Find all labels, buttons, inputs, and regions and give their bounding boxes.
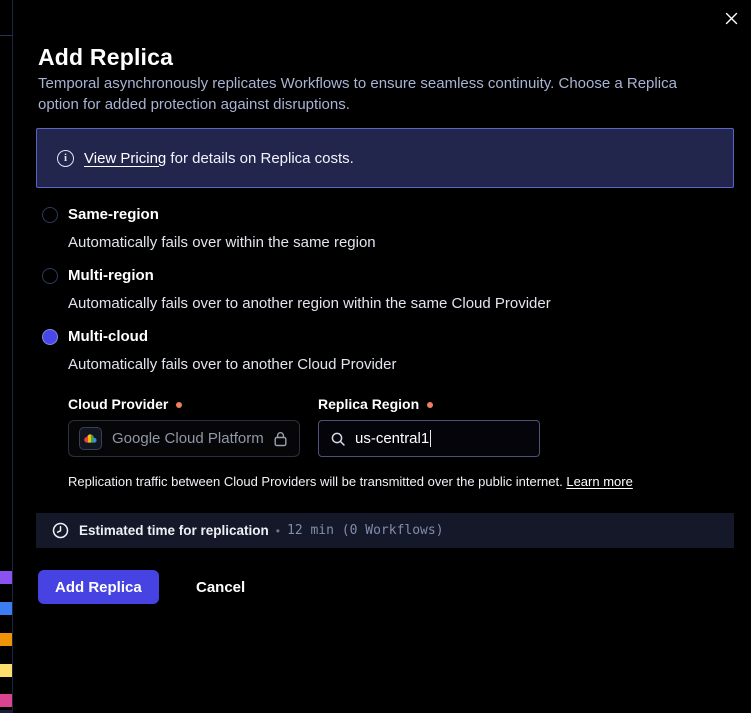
radio-description: Automatically fails over to another regi…	[68, 295, 551, 313]
close-button[interactable]	[717, 4, 745, 32]
replica-region-label-text: Replica Region	[318, 396, 419, 412]
radio-button-same-region[interactable]	[42, 207, 58, 223]
radio-option-multi-cloud[interactable]: Multi-cloud Automatically fails over to …	[42, 327, 397, 374]
traffic-note-text: Replication traffic between Cloud Provid…	[68, 474, 566, 489]
required-dot	[427, 402, 433, 408]
replica-region-input-value[interactable]: us-central1	[355, 430, 429, 447]
search-icon	[330, 431, 346, 447]
radio-label[interactable]: Multi-cloud	[68, 328, 148, 345]
backdrop-divider	[0, 35, 13, 36]
lock-icon	[273, 431, 288, 447]
decor-stripe-purple	[0, 571, 12, 584]
info-icon: i	[57, 150, 74, 167]
pricing-banner-rest: for details on Replica costs.	[166, 150, 354, 167]
required-dot	[176, 402, 182, 408]
decor-stripe-orange	[0, 633, 12, 646]
modal-title: Add Replica	[38, 44, 173, 71]
radio-description: Automatically fails over within the same…	[68, 234, 376, 252]
gcp-logo-icon	[79, 427, 102, 450]
decor-stripe-pink	[0, 694, 12, 707]
add-replica-modal: Add Replica Temporal asynchronously repl…	[13, 0, 751, 713]
radio-label[interactable]: Same-region	[68, 206, 159, 223]
pricing-banner-text: View Pricing for details on Replica cost…	[84, 150, 354, 167]
clock-icon	[52, 522, 69, 539]
replica-region-label: Replica Region	[318, 396, 433, 412]
estimate-value: 12 min (0 Workflows)	[287, 523, 444, 538]
radio-label[interactable]: Multi-region	[68, 267, 154, 284]
cloud-provider-label: Cloud Provider	[68, 396, 182, 412]
estimate-label: Estimated time for replication	[79, 523, 269, 538]
screen: Add Replica Temporal asynchronously repl…	[0, 0, 751, 713]
radio-description: Automatically fails over to another Clou…	[68, 356, 397, 374]
replica-region-field[interactable]: us-central1	[318, 420, 540, 457]
traffic-note: Replication traffic between Cloud Provid…	[68, 474, 633, 489]
estimate-separator: •	[276, 524, 280, 538]
radio-button-multi-region[interactable]	[42, 268, 58, 284]
radio-option-same-region[interactable]: Same-region Automatically fails over wit…	[42, 205, 376, 252]
decor-stripe-blue	[0, 602, 12, 615]
pricing-banner: i View Pricing for details on Replica co…	[36, 128, 734, 188]
view-pricing-link[interactable]: View Pricing	[84, 150, 166, 167]
text-caret	[430, 430, 431, 447]
radio-button-multi-cloud[interactable]	[42, 329, 58, 345]
cloud-provider-value: Google Cloud Platform	[112, 430, 264, 447]
cloud-provider-label-text: Cloud Provider	[68, 396, 168, 412]
cancel-button[interactable]: Cancel	[184, 570, 257, 604]
cloud-provider-field: Google Cloud Platform	[68, 420, 300, 457]
modal-subtitle: Temporal asynchronously replicates Workf…	[38, 73, 720, 115]
estimate-banner: Estimated time for replication • 12 min …	[36, 513, 734, 548]
add-replica-button[interactable]: Add Replica	[38, 570, 159, 604]
decor-stripe-yellow	[0, 664, 12, 677]
radio-option-multi-region[interactable]: Multi-region Automatically fails over to…	[42, 266, 551, 313]
close-icon	[724, 11, 739, 26]
learn-more-link[interactable]: Learn more	[566, 474, 632, 489]
